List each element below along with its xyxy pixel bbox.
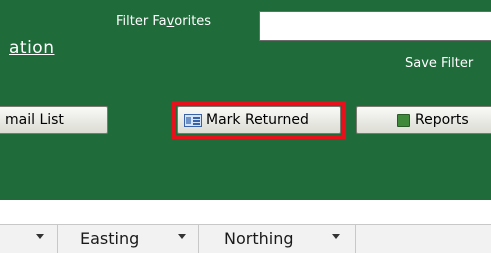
column-header-northing[interactable]: Northing xyxy=(199,225,356,253)
email-list-label: mail List xyxy=(5,112,64,128)
report-icon xyxy=(397,113,410,127)
email-list-button[interactable]: mail List xyxy=(0,106,108,134)
dropdown-arrow-icon[interactable] xyxy=(36,234,44,239)
header-panel: ation Filter Favorites Save Filter mail … xyxy=(0,0,491,200)
filter-label-part-1: Filter Fa xyxy=(116,14,167,29)
reports-label: Reports xyxy=(415,112,469,128)
dropdown-arrow-icon[interactable] xyxy=(332,234,340,239)
reports-button[interactable]: Reports xyxy=(356,106,491,134)
column-header-easting[interactable]: Easting xyxy=(58,225,199,253)
column-label-northing: Northing xyxy=(224,229,294,248)
save-filter-link[interactable]: Save Filter xyxy=(405,56,473,71)
filter-favorites-input[interactable] xyxy=(259,11,491,41)
filter-favorites-label: Filter Favorites xyxy=(116,14,211,29)
highlight-box xyxy=(172,101,346,139)
column-label-easting: Easting xyxy=(80,229,140,248)
table-header-row: Easting Northing xyxy=(0,224,491,253)
filter-label-part-2: orites xyxy=(174,14,212,29)
dropdown-arrow-icon[interactable] xyxy=(178,234,186,239)
column-header[interactable] xyxy=(0,225,58,253)
navigation-link[interactable]: ation xyxy=(9,38,54,58)
